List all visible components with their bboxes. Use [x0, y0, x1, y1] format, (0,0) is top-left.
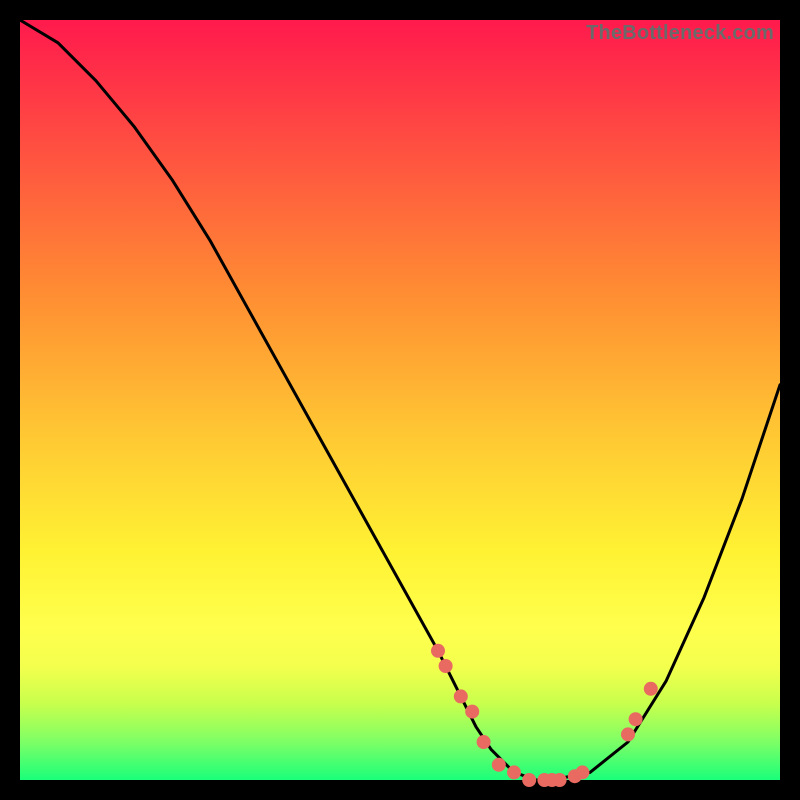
- dots-group: [431, 644, 658, 787]
- highlight-dot: [644, 682, 658, 696]
- attribution-text: TheBottleneck.com: [586, 22, 774, 45]
- chart-frame: TheBottleneck.com: [20, 20, 780, 780]
- highlight-dot: [507, 765, 521, 779]
- highlight-dot: [492, 758, 506, 772]
- highlight-dot: [454, 689, 468, 703]
- highlight-dot: [477, 735, 491, 749]
- highlight-dot: [621, 727, 635, 741]
- curve-group: [20, 20, 780, 780]
- highlight-dot: [465, 705, 479, 719]
- highlight-dot: [553, 773, 567, 787]
- highlight-dot: [431, 644, 445, 658]
- highlight-dot: [629, 712, 643, 726]
- highlight-dot: [522, 773, 536, 787]
- plot-area: TheBottleneck.com: [20, 20, 780, 780]
- highlight-dot: [439, 659, 453, 673]
- highlight-dot: [575, 765, 589, 779]
- chart-svg: [20, 20, 780, 780]
- bottleneck-curve-path: [20, 20, 780, 780]
